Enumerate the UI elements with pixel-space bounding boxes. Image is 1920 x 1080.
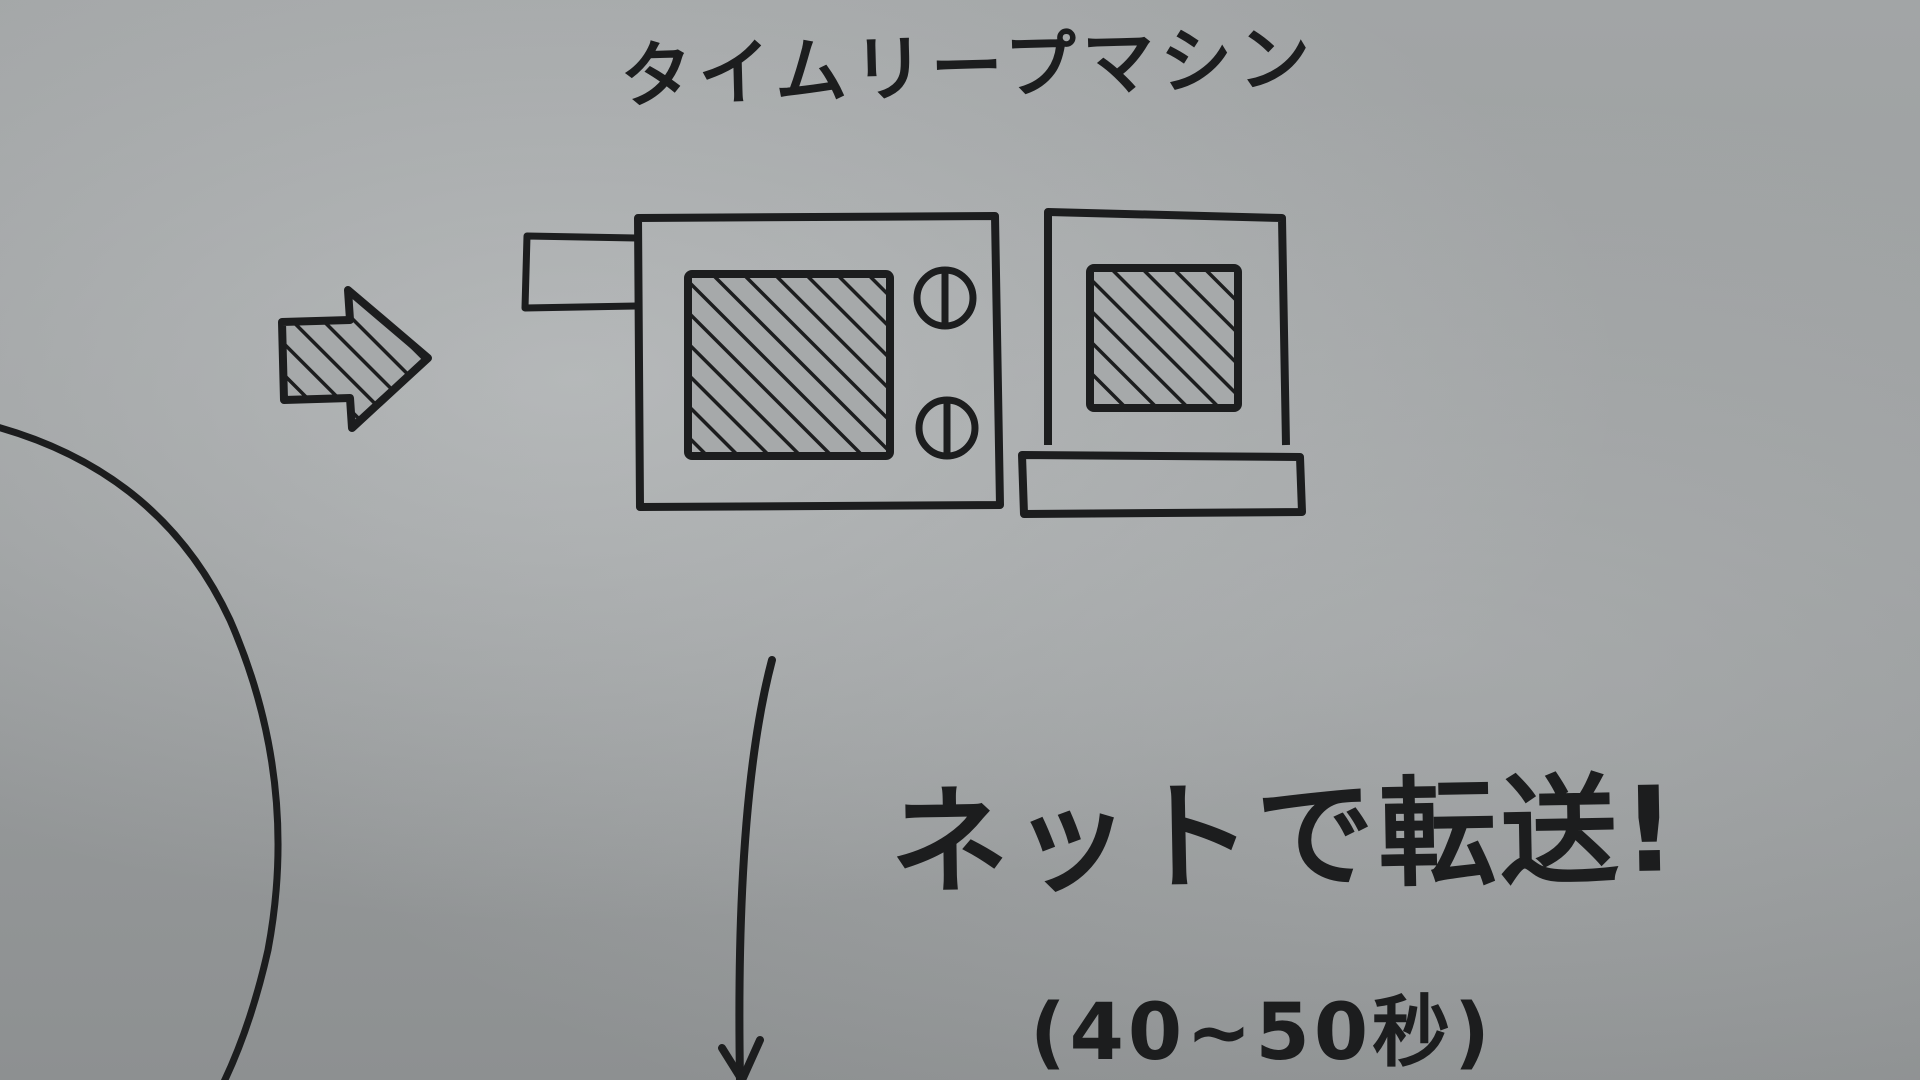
phone-screen: [1086, 264, 1242, 412]
diagram-drawing: [0, 208, 1306, 1080]
duration-label: (40~50秒): [1030, 988, 1494, 1078]
arrow-down-icon: [718, 656, 776, 1080]
phone-base: [1018, 451, 1306, 518]
whiteboard: タイムリープマシン ネットで転送! (40~50秒): [0, 0, 1920, 1080]
diagram-title: タイムリープマシン: [619, 15, 1318, 119]
microwave-knob-top: [913, 266, 977, 330]
transfer-label: ネットで転送!: [889, 760, 1682, 912]
phone-icon: [1018, 208, 1306, 518]
microwave-icon: [521, 212, 1004, 511]
microwave-window: [684, 270, 894, 460]
sphere-arc: [0, 424, 282, 1080]
hatched-arrow-right-icon: [278, 286, 432, 432]
microwave-knob-bottom: [915, 396, 979, 460]
